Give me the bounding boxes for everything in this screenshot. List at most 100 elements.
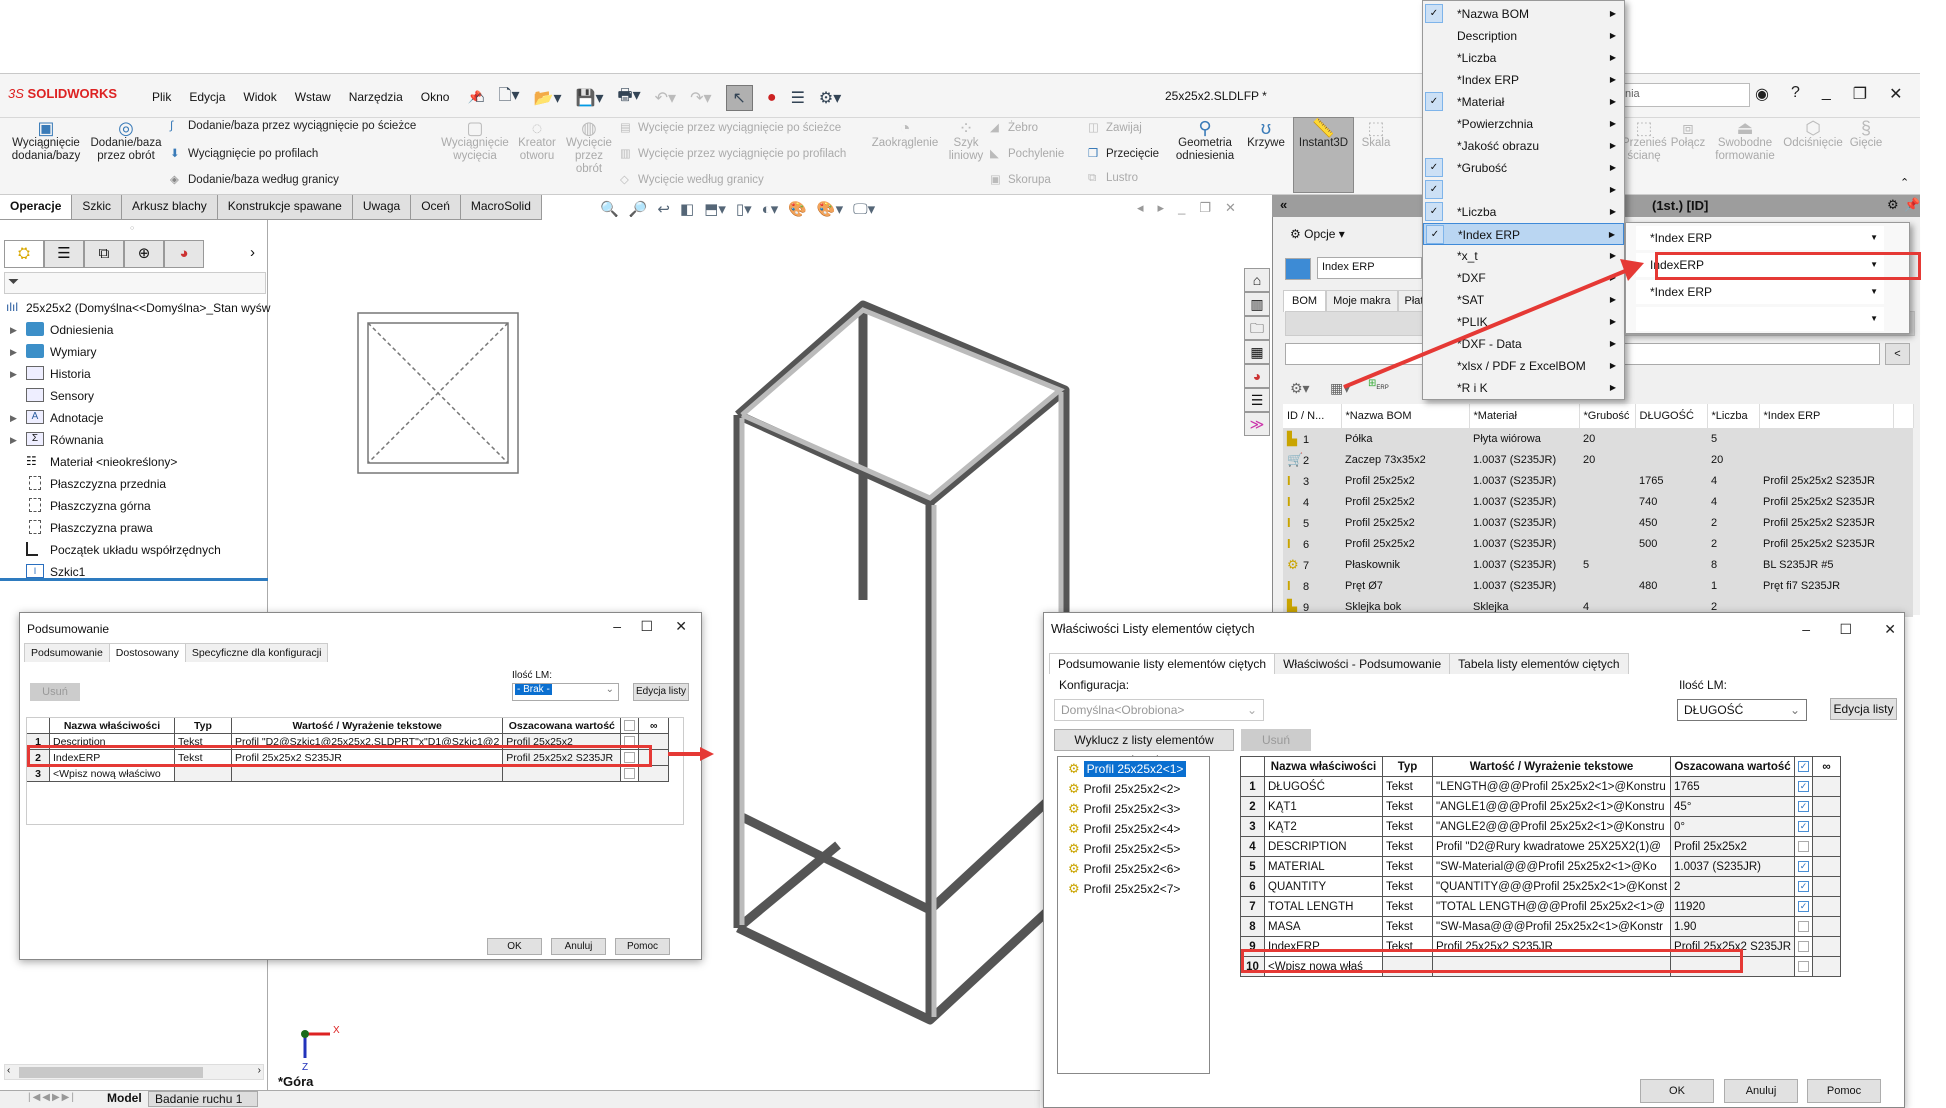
reference-geometry-button[interactable]: ⚲ Geometria odniesienia bbox=[1170, 119, 1240, 163]
bom-row[interactable]: I 5 Profil 25x25x2 1.0037 (S235JR) 450 2 Profi… bbox=[1283, 512, 1913, 533]
column-menu-item[interactable]: ✓ ▶ bbox=[1423, 179, 1624, 201]
expand-arrow-icon[interactable]: ▶ bbox=[10, 319, 17, 341]
vp-restore-icon[interactable]: ❐ bbox=[1199, 200, 1211, 216]
cutlist-item[interactable]: ⚙ Profil 25x25x2<7> bbox=[1068, 880, 1180, 898]
zoom-to-fit-icon[interactable]: 🔍 bbox=[600, 200, 619, 218]
row-checkbox[interactable]: ✓ bbox=[1798, 860, 1810, 872]
cutlist-item[interactable]: ⚙ Profil 25x25x2<3> bbox=[1068, 800, 1180, 818]
bom-table-icon[interactable]: ▦▾ bbox=[1330, 380, 1350, 397]
tree-root-part[interactable]: ılıl 25x25x2 (Domyślna<<Domyślna>_Stan wy… bbox=[4, 297, 270, 319]
boundary-cut-button[interactable]: ◇ Wycięcie według granicy bbox=[620, 172, 764, 186]
tab-podsumowanie[interactable]: Podsumowanie bbox=[24, 643, 110, 662]
menu-okno[interactable]: Okno bbox=[412, 90, 459, 104]
tree-filter-input[interactable]: ⏷ bbox=[4, 272, 266, 294]
row-checkbox[interactable]: ✓ bbox=[1798, 900, 1810, 912]
tab-specyficzne[interactable]: Specyficzne dla konfiguracji bbox=[184, 643, 329, 662]
extrude-cut-button[interactable]: ▢ Wyciągnięcie wycięcia bbox=[440, 119, 510, 163]
edit-list-button[interactable]: Edycja listy bbox=[633, 683, 689, 701]
open-icon[interactable]: 📂▾ bbox=[534, 88, 562, 108]
tree-item[interactable]: Płaszczyzna prawa bbox=[4, 517, 266, 539]
display-style-icon[interactable]: ▯▾ bbox=[736, 200, 752, 218]
column-menu-item[interactable]: ✓ *Materiał ▶ bbox=[1423, 91, 1624, 113]
wrap-button[interactable]: ◫ Zawijaj bbox=[1088, 120, 1142, 134]
swept-boss-button[interactable]: ∫ Dodanie/baza przez wyciągnięcie po ście… bbox=[170, 120, 416, 132]
table-row[interactable]: 4 DESCRIPTION Tekst Profil "D2@Rury kwadrat… bbox=[1240, 836, 1842, 857]
print-icon[interactable]: 🖶▾ bbox=[617, 84, 640, 111]
file-properties-icon[interactable]: ☰ bbox=[791, 88, 805, 108]
scrollbar-thumb[interactable] bbox=[19, 1067, 203, 1078]
options-dropdown[interactable]: ⚙ Opcje ▾ bbox=[1290, 227, 1345, 241]
options-gear-icon[interactable]: ⚙▾ bbox=[819, 88, 841, 108]
table-row[interactable]: 3 <Wpisz nową właściwo bbox=[26, 765, 670, 782]
save-icon[interactable]: 💾▾ bbox=[576, 88, 604, 108]
edit-appearance-icon[interactable]: 🎨 bbox=[788, 200, 807, 218]
expand-arrow-icon[interactable]: ▶ bbox=[10, 341, 17, 363]
freeform-button[interactable]: ⏏ Swobodne formowanie bbox=[1712, 119, 1778, 163]
minimize-icon[interactable]: – bbox=[613, 618, 621, 634]
design-library-tab-icon[interactable]: ▥ bbox=[1244, 292, 1270, 316]
panel-splitter-handle[interactable]: ○ bbox=[130, 225, 134, 232]
column-menu-item[interactable]: *R i K ▶ bbox=[1423, 377, 1624, 399]
table-row[interactable]: 6 QUANTITY Tekst "QUANTITY@@@Profil 25x25x2… bbox=[1240, 876, 1842, 897]
property-manager-tab-icon[interactable]: ☰ bbox=[44, 240, 84, 268]
submenu-item[interactable]: ▼ bbox=[1636, 307, 1884, 331]
combine-button[interactable]: ⧈ Połącz bbox=[1668, 119, 1708, 150]
row-checkbox[interactable] bbox=[1798, 840, 1810, 852]
bom-row[interactable]: I 4 Profil 25x25x2 1.0037 (S235JR) 740 4 Profi… bbox=[1283, 491, 1913, 512]
resources-tab-icon[interactable]: ⌂ bbox=[1244, 268, 1270, 292]
help-button[interactable]: Pomoc bbox=[615, 938, 670, 955]
rib-button[interactable]: ◢ Żebro bbox=[990, 120, 1038, 134]
lofted-cut-button[interactable]: ▥ Wycięcie przez wyciągnięcie po profilac… bbox=[620, 146, 846, 160]
file-explorer-tab-icon[interactable]: 🗀 bbox=[1244, 316, 1270, 340]
tree-item[interactable]: ▶ A Adnotacje bbox=[4, 407, 266, 429]
configuration-manager-tab-icon[interactable]: ⧉ bbox=[84, 240, 124, 268]
tree-item[interactable]: Sensory bbox=[4, 385, 266, 407]
menu-plik[interactable]: Plik bbox=[143, 90, 180, 104]
table-row[interactable]: 2 IndexERP Tekst Profil 25x25x2 S235JR Profi… bbox=[26, 749, 670, 766]
bom-row[interactable]: I 6 Profil 25x25x2 1.0037 (S235JR) 500 2 Profi… bbox=[1283, 533, 1913, 554]
close-icon[interactable]: ✕ bbox=[1884, 621, 1896, 638]
loft-boss-button[interactable]: ⬇ Wyciągnięcie po profilach bbox=[170, 146, 318, 160]
rebuild-icon[interactable]: ● bbox=[767, 89, 777, 107]
undo-icon[interactable]: ↶▾ bbox=[655, 88, 676, 108]
cutlist-item[interactable]: ⚙ Profil 25x25x2<6> bbox=[1068, 860, 1180, 878]
column-menu-item[interactable]: *Jakość obrazu ▶ bbox=[1423, 135, 1624, 157]
row-checkbox[interactable] bbox=[624, 768, 636, 780]
hole-wizard-button[interactable]: ◌ Kreator otworu bbox=[512, 119, 562, 163]
config-select[interactable]: Domyślna<Obrobiona> ⌄ bbox=[1054, 699, 1264, 721]
submenu-item[interactable]: *Index ERP ▼ bbox=[1636, 280, 1884, 304]
select-cursor-icon[interactable]: ↖ bbox=[725, 84, 753, 111]
tab-konstrukcje-spawane[interactable]: Konstrukcje spawane bbox=[217, 195, 353, 219]
row-checkbox[interactable] bbox=[1798, 920, 1810, 932]
prev-window-icon[interactable]: ◂ bbox=[1137, 200, 1144, 216]
column-menu-item[interactable]: *PLIK ▶ bbox=[1423, 311, 1624, 333]
vp-minimize-icon[interactable]: _ bbox=[1178, 200, 1185, 216]
indent-button[interactable]: ⬡ Odciśnięcie bbox=[1782, 119, 1844, 150]
expand-arrow-icon[interactable]: ▶ bbox=[10, 429, 17, 451]
feature-tree-tab-icon[interactable]: ⛭ bbox=[4, 240, 44, 268]
table-row[interactable]: 2 KĄT1 Tekst "ANGLE1@@@Profil 25x25x2<1>@Ko… bbox=[1240, 796, 1842, 817]
row-checkbox[interactable]: ✓ bbox=[1798, 780, 1810, 792]
scroll-right-icon[interactable]: › bbox=[258, 1065, 261, 1076]
curves-button[interactable]: ʊ Krzywe bbox=[1242, 119, 1290, 150]
tab-bom[interactable]: BOM bbox=[1283, 290, 1327, 312]
row-checkbox[interactable] bbox=[624, 736, 636, 748]
delete-button[interactable]: Usuń bbox=[30, 683, 80, 701]
mirror-button[interactable]: ⧉ Lustro bbox=[1088, 172, 1138, 185]
add-erp-icon[interactable]: ⊞ERP bbox=[1368, 378, 1389, 391]
tab-uwaga[interactable]: Uwaga bbox=[352, 195, 412, 219]
exclude-from-cutlist-button[interactable]: Wyklucz z listy elementów ciętych bbox=[1054, 729, 1234, 767]
select-all-checkbox[interactable] bbox=[624, 720, 636, 732]
tab-cutlist-summary[interactable]: Podsumowanie listy elementów ciętych bbox=[1049, 653, 1276, 674]
help-icon[interactable]: ? bbox=[1791, 84, 1800, 104]
search-input[interactable]: nia bbox=[1620, 83, 1750, 107]
tree-item[interactable]: Płaszczyzna przednia bbox=[4, 473, 266, 495]
close-icon[interactable]: ✕ bbox=[675, 618, 687, 635]
cancel-button[interactable]: Anuluj bbox=[1724, 1079, 1798, 1103]
tab-szkic[interactable]: Szkic bbox=[72, 195, 123, 219]
boundary-boss-button[interactable]: ◈ Dodanie/baza według granicy bbox=[170, 172, 339, 186]
table-row[interactable]: 5 MATERIAL Tekst "SW-Material@@@Profil 25x2… bbox=[1240, 856, 1842, 877]
menu-widok[interactable]: Widok bbox=[234, 90, 285, 104]
column-menu-item[interactable]: ✓ *Index ERP ▶ bbox=[1423, 223, 1624, 245]
scroll-left-icon[interactable]: ‹ bbox=[7, 1065, 10, 1076]
